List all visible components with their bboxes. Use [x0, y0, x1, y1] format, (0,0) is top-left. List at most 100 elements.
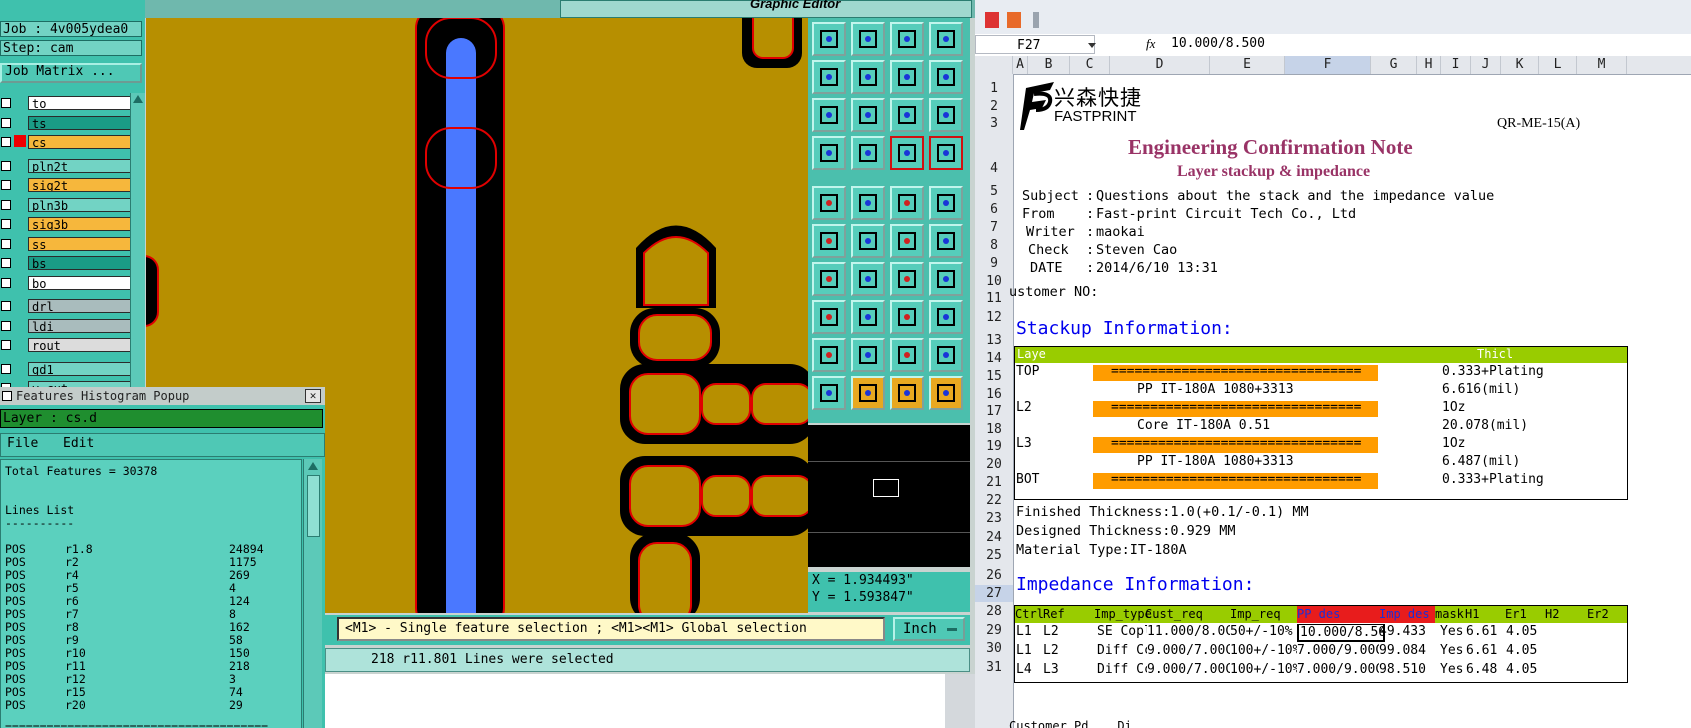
- layer-checkbox[interactable]: [1, 340, 11, 350]
- row-header-30[interactable]: 30: [975, 640, 1013, 657]
- measure-icon[interactable]: [890, 186, 924, 220]
- row-header-28[interactable]: 28: [975, 603, 1013, 620]
- resize-icon[interactable]: [890, 300, 924, 334]
- zoom-icon[interactable]: [890, 60, 924, 94]
- triangle-blue-icon[interactable]: [851, 338, 885, 372]
- toolbar-grip-icon[interactable]: [1033, 12, 1039, 28]
- home-icon[interactable]: [890, 22, 924, 56]
- row-header-23[interactable]: 23: [975, 510, 1013, 527]
- layer-row-ts[interactable]: ts: [0, 115, 142, 130]
- undo-icon[interactable]: [929, 60, 963, 94]
- column-header-M[interactable]: M: [1577, 56, 1627, 74]
- histogram-scrollbar[interactable]: [303, 459, 322, 728]
- layer-row-rout[interactable]: rout: [0, 338, 142, 352]
- layer-row-drl[interactable]: drl: [0, 299, 142, 313]
- layer-red-2-icon[interactable]: [929, 136, 963, 170]
- help-icon[interactable]: [929, 98, 963, 132]
- row-header-20[interactable]: 20: [975, 456, 1013, 473]
- menu-file[interactable]: File: [7, 434, 38, 454]
- select-all-corner[interactable]: [975, 56, 1013, 74]
- row-header-13[interactable]: 13: [975, 332, 1013, 349]
- triangle-red-icon[interactable]: [812, 338, 846, 372]
- popup-menu-icon[interactable]: [2, 391, 12, 401]
- menu-edit[interactable]: Edit: [63, 434, 94, 454]
- line-icon[interactable]: [851, 300, 885, 334]
- layer-row-to[interactable]: to: [0, 96, 142, 110]
- layer-row-pln3b[interactable]: pln3b: [0, 197, 142, 212]
- row-header-27[interactable]: 27: [975, 585, 1013, 602]
- row-header-18[interactable]: 18: [975, 421, 1013, 438]
- row-header-5[interactable]: 5: [975, 183, 1013, 200]
- column-header-H[interactable]: H: [1417, 56, 1441, 74]
- chevron-down-icon[interactable]: [1088, 43, 1096, 48]
- layer-checkbox[interactable]: [1, 160, 11, 171]
- row-header-21[interactable]: 21: [975, 474, 1013, 491]
- pad-icon[interactable]: [929, 186, 963, 220]
- layer-row-gd1[interactable]: gd1: [0, 361, 142, 376]
- route-icon[interactable]: [929, 376, 963, 410]
- pointer-alt-icon[interactable]: [890, 376, 924, 410]
- cross-icon[interactable]: [851, 224, 885, 258]
- line-point-icon[interactable]: [890, 224, 924, 258]
- column-header-A[interactable]: A: [1013, 56, 1028, 74]
- layer-red-1-icon[interactable]: [890, 136, 924, 170]
- row-header-24[interactable]: 24: [975, 529, 1013, 546]
- layer-checkbox[interactable]: [1, 98, 11, 108]
- row-header-6[interactable]: 6: [975, 201, 1013, 218]
- row-header-10[interactable]: 10: [975, 273, 1013, 290]
- row-header-29[interactable]: 29: [975, 622, 1013, 639]
- select-arrow-icon[interactable]: [812, 186, 846, 220]
- job-matrix-button[interactable]: Job Matrix ...: [0, 63, 142, 83]
- import-icon[interactable]: [812, 22, 846, 56]
- layer-row-bo[interactable]: bo: [0, 275, 142, 290]
- shift-left-icon[interactable]: [812, 60, 846, 94]
- row-header-16[interactable]: 16: [975, 386, 1013, 403]
- row-header-4[interactable]: 4: [975, 160, 1013, 177]
- layer-row-bs[interactable]: bs: [0, 256, 142, 270]
- pdf-icon[interactable]: [985, 12, 999, 28]
- layer-row-ss[interactable]: ss: [0, 236, 142, 251]
- triangle-arc-icon[interactable]: [890, 338, 924, 372]
- column-header-C[interactable]: C: [1070, 56, 1110, 74]
- column-header-E[interactable]: E: [1210, 56, 1285, 74]
- row-header-31[interactable]: 31: [975, 659, 1013, 676]
- layer-row-sig3b[interactable]: sig3b: [0, 217, 142, 231]
- name-box[interactable]: F27: [975, 35, 1096, 54]
- unit-selector[interactable]: Inch: [893, 617, 965, 641]
- pointer-icon[interactable]: [812, 376, 846, 410]
- layer-checkbox[interactable]: [1, 301, 11, 311]
- ratio-icon[interactable]: [890, 98, 924, 132]
- shift-right-icon[interactable]: [851, 60, 885, 94]
- column-header-J[interactable]: J: [1471, 56, 1501, 74]
- export-icon[interactable]: [851, 22, 885, 56]
- layer-checkbox[interactable]: [1, 258, 11, 268]
- column-header-F[interactable]: F: [1285, 56, 1371, 74]
- row-header-1[interactable]: 1: [975, 80, 1013, 97]
- layer-row-ldi[interactable]: ldi: [0, 318, 142, 333]
- rotate-icon[interactable]: [890, 262, 924, 296]
- scroll-thumb[interactable]: [307, 475, 320, 537]
- row-header-26[interactable]: 26: [975, 567, 1013, 584]
- row-header-19[interactable]: 19: [975, 438, 1013, 455]
- window-icon[interactable]: [929, 22, 963, 56]
- fit-icon[interactable]: [812, 98, 846, 132]
- row-header-11[interactable]: 11: [975, 290, 1013, 307]
- properties-icon[interactable]: [812, 136, 846, 170]
- column-header-K[interactable]: K: [1501, 56, 1539, 74]
- row-header-17[interactable]: 17: [975, 403, 1013, 420]
- layer-checkbox[interactable]: [1, 117, 11, 128]
- row-header-8[interactable]: 8: [975, 237, 1013, 254]
- arc-point-icon[interactable]: [929, 224, 963, 258]
- layer-checkbox[interactable]: [1, 363, 11, 374]
- row-header-15[interactable]: 15: [975, 368, 1013, 385]
- column-header-B[interactable]: B: [1028, 56, 1070, 74]
- snap-point-icon[interactable]: [812, 224, 846, 258]
- layer-checkbox[interactable]: [1, 199, 11, 210]
- overview-preview[interactable]: [808, 425, 970, 567]
- row-header-12[interactable]: 12: [975, 309, 1013, 326]
- row-header-9[interactable]: 9: [975, 255, 1013, 272]
- column-header-I[interactable]: I: [1441, 56, 1471, 74]
- fx-icon[interactable]: fx: [1146, 36, 1155, 52]
- row-header-3[interactable]: 3: [975, 115, 1013, 132]
- pointer-yellow-icon[interactable]: [851, 376, 885, 410]
